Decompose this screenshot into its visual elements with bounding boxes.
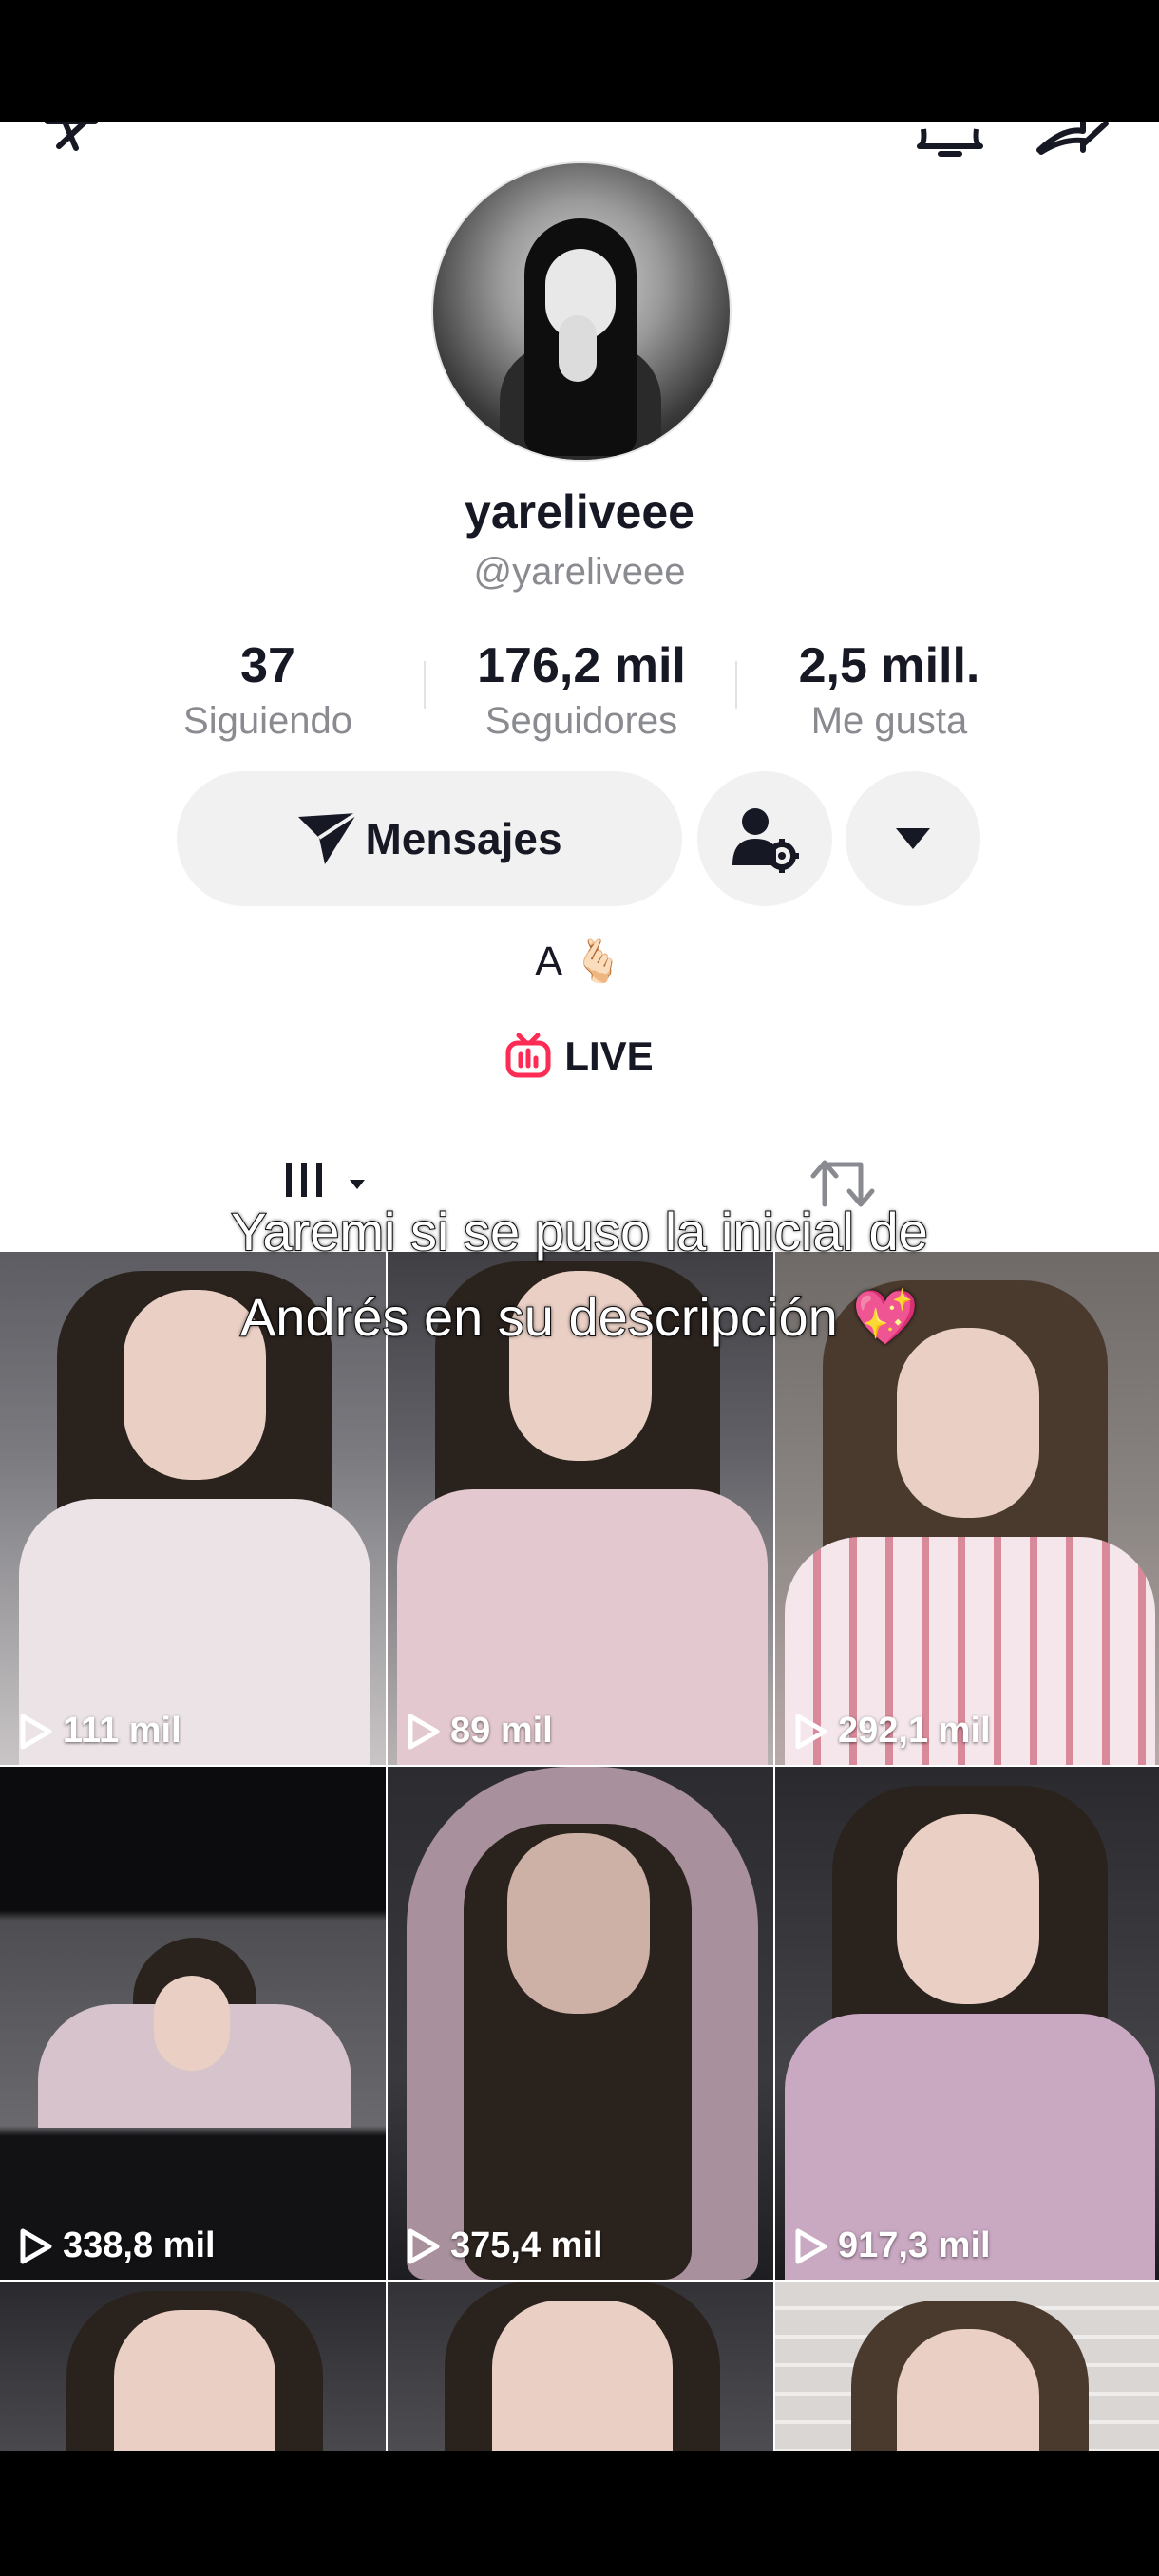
stat-following-label: Siguiendo xyxy=(183,700,352,742)
view-count-text: 111 mil xyxy=(63,1711,181,1751)
video-caption-overlay: Yaremi si se puso la inicial de Andrés e… xyxy=(0,1189,1159,1360)
view-count: 89 mil xyxy=(407,1711,553,1752)
bell-icon[interactable] xyxy=(914,122,986,160)
stat-followers-value: 176,2 mil xyxy=(477,638,686,693)
stat-likes-value: 2,5 mill. xyxy=(798,638,980,693)
status-bar-area xyxy=(0,0,1159,122)
view-count: 292,1 mil xyxy=(794,1711,991,1752)
video-thumbnail[interactable]: 375,4 mil xyxy=(388,1767,773,2280)
play-icon xyxy=(408,2228,440,2263)
play-icon xyxy=(795,1714,827,1749)
avatar[interactable] xyxy=(431,161,732,462)
caption-line-1: Yaremi si se puso la inicial de xyxy=(230,1201,929,1262)
view-count-text: 917,3 mil xyxy=(838,2226,991,2265)
view-count: 375,4 mil xyxy=(407,2226,603,2266)
video-thumbnail[interactable]: 917,3 mil xyxy=(775,1767,1159,2280)
send-icon xyxy=(298,811,359,864)
play-icon xyxy=(408,1714,440,1749)
play-icon xyxy=(20,1714,52,1749)
view-count-text: 292,1 mil xyxy=(838,1711,991,1751)
follow-settings-button[interactable] xyxy=(697,771,832,906)
profile-handle: @yareliveee xyxy=(473,551,686,593)
navigation-bar-area xyxy=(0,2451,1159,2576)
video-thumbnail[interactable]: 338,8 mil xyxy=(0,1767,386,2280)
profile-bio: A 🫰🏻 xyxy=(535,938,624,985)
more-options-button[interactable] xyxy=(846,771,980,906)
stat-followers[interactable]: 176,2 mil Seguidores xyxy=(458,635,705,745)
profile-display-name: yareliveee xyxy=(465,485,694,539)
profile-screen: yareliveee @yareliveee 37 Siguiendo 176,… xyxy=(0,122,1159,2451)
stat-likes[interactable]: 2,5 mill. Me gusta xyxy=(766,635,1013,745)
view-count: 917,3 mil xyxy=(794,2226,991,2266)
view-count-text: 89 mil xyxy=(450,1711,553,1751)
view-count-text: 338,8 mil xyxy=(63,2226,216,2265)
user-settings-icon xyxy=(732,808,799,873)
stat-following[interactable]: 37 Siguiendo xyxy=(144,635,391,745)
stat-likes-label: Me gusta xyxy=(810,700,968,742)
video-thumbnail[interactable] xyxy=(0,2282,386,2451)
live-tv-icon xyxy=(505,1033,551,1078)
chevron-down-icon xyxy=(896,828,930,849)
view-count-text: 375,4 mil xyxy=(450,2226,603,2265)
play-icon xyxy=(20,2228,52,2263)
video-thumbnail[interactable] xyxy=(775,2282,1159,2451)
view-count: 338,8 mil xyxy=(19,2226,216,2266)
view-count: 111 mil xyxy=(19,1711,181,1752)
caption-line-2: Andrés en su descripción 💖 xyxy=(239,1286,920,1348)
live-link[interactable]: LIVE xyxy=(0,1033,1159,1079)
live-label: LIVE xyxy=(564,1033,654,1078)
play-icon xyxy=(795,2228,827,2263)
video-thumbnail[interactable] xyxy=(388,2282,773,2451)
back-arrow-icon[interactable] xyxy=(38,122,114,160)
stat-divider xyxy=(735,661,737,709)
stat-followers-label: Seguidores xyxy=(484,700,678,742)
share-icon[interactable] xyxy=(1036,122,1112,160)
stat-divider xyxy=(424,661,426,709)
messages-button[interactable]: Mensajes xyxy=(177,771,682,906)
stat-following-value: 37 xyxy=(240,638,295,693)
messages-button-label: Mensajes xyxy=(365,814,562,863)
